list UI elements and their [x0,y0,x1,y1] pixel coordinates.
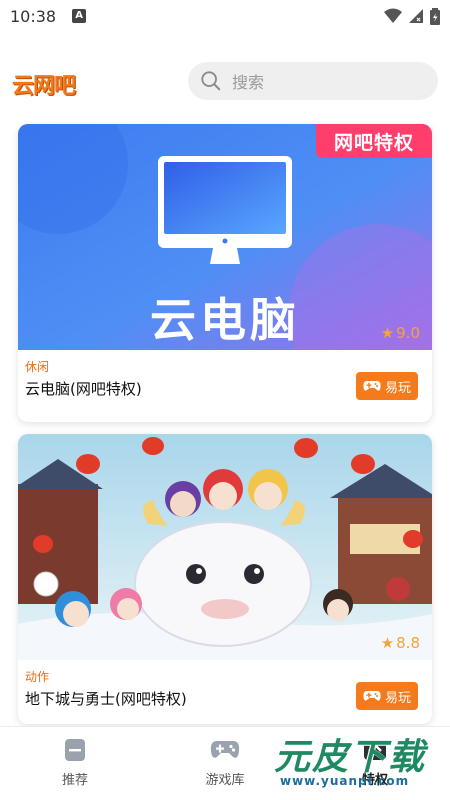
status-icons [384,7,440,25]
battery-icon [430,7,440,25]
rating-value: 8.8 [396,634,420,652]
game-cover-dnf[interactable]: ★ 8.8 [18,434,432,660]
rating: ★ 8.8 [381,634,420,652]
status-bar: 10:38 A [0,0,450,32]
star-icon: ★ [380,324,395,342]
watermark-text: 元皮下载 [274,737,427,778]
watermark: 元皮下载 www.yuanpi.com [268,728,446,794]
dnf-illustration [18,434,432,660]
gamepad-icon [363,381,381,391]
header: 云网吧 搜索 [0,58,450,106]
status-time: 10:38 [10,6,57,26]
game-card-cloud-pc[interactable]: 网吧特权 云电脑 ★ 9.0 休闲 云电脑(网吧特权) 易玩 [18,124,432,422]
game-category: 动作 [25,670,50,684]
game-title: 地下城与勇士(网吧特权) [25,690,187,708]
signal-icon [409,9,423,23]
app-logo: 云网吧 [12,74,76,99]
watermark-url: www.yuanpi.com [280,774,410,788]
star-icon: ★ [380,634,395,652]
recommend-icon [65,739,85,761]
search-bar[interactable]: 搜索 [188,62,438,100]
play-button[interactable]: 易玩 [356,372,418,400]
game-category: 休闲 [25,360,50,374]
rating-value: 9.0 [396,324,420,342]
game-title: 云电脑(网吧特权) [25,380,142,398]
nav-label: 推荐 [61,773,88,788]
search-icon [201,71,221,91]
nav-item-recommend[interactable]: 推荐 [0,727,150,800]
play-label: 易玩 [384,380,411,396]
game-cover-cloud-pc[interactable]: 网吧特权 云电脑 ★ 9.0 [18,124,432,350]
game-card-dnf[interactable]: ★ 8.8 动作 地下城与勇士(网吧特权) 易玩 [18,434,432,724]
play-label: 易玩 [384,690,411,706]
privilege-badge: 网吧特权 [316,124,432,158]
gamepad-icon [210,741,240,758]
rating: ★ 9.0 [381,324,420,342]
nav-label: 游戏库 [205,773,245,788]
gamepad-icon [363,691,381,701]
wifi-icon [384,8,402,23]
search-placeholder: 搜索 [232,73,265,92]
notification-icon: A [72,9,87,23]
play-button[interactable]: 易玩 [356,682,418,710]
cover-title: 云电脑 [150,293,300,347]
